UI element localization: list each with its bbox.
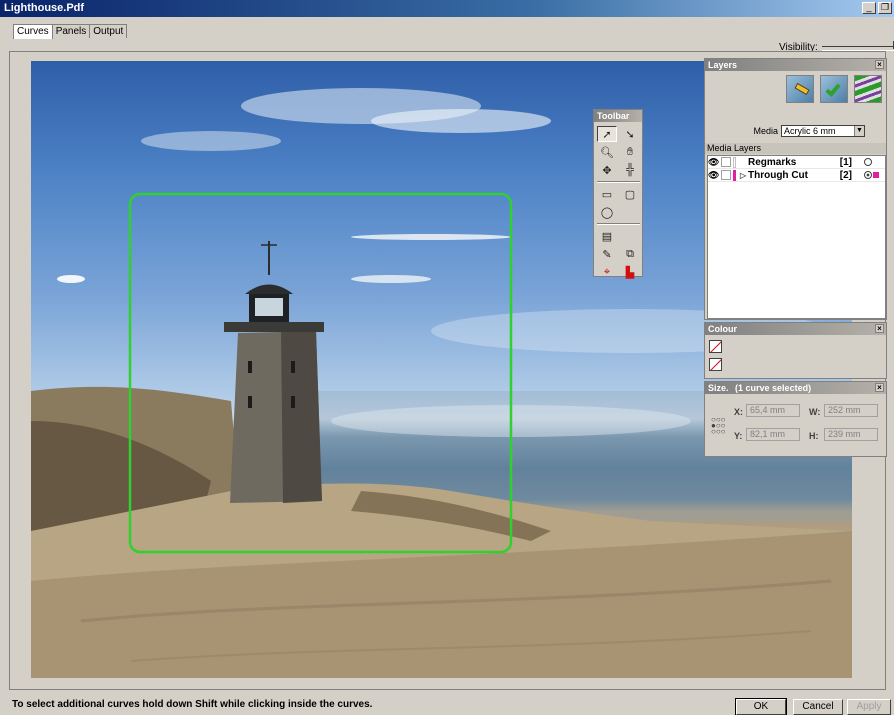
apply-button[interactable]: Apply [847, 699, 891, 715]
rounded-rect-icon[interactable]: ▢ [620, 186, 640, 202]
layer-action-icons [786, 75, 882, 103]
direct-select-icon[interactable]: ➘ [620, 126, 640, 142]
tab-panels[interactable]: Panels [51, 24, 91, 38]
weed-icon[interactable]: ▤ [597, 228, 617, 244]
curve-icon[interactable]: ✎ [597, 246, 617, 262]
layers-title-text: Layers [708, 60, 738, 70]
layer-index: [1] [839, 156, 852, 168]
size-panel-title: Size. (1 curve selected) × [705, 382, 886, 394]
lock-checkbox[interactable] [721, 170, 731, 180]
rectangle-icon[interactable]: ▭ [597, 186, 617, 202]
media-layers-header: Media Layers [705, 143, 886, 154]
chevron-down-icon[interactable]: ▼ [854, 125, 864, 136]
media-select-value: Acrylic 6 mm [784, 125, 836, 136]
expand-triangle-icon[interactable]: ▷ [740, 171, 748, 180]
layer-name: Regmarks [748, 156, 797, 168]
h-label: H: [809, 431, 819, 441]
visibility-slider-thumb[interactable] [888, 41, 894, 49]
y-field[interactable]: 82,1 mm [746, 428, 800, 441]
blank-tool-slot [620, 204, 640, 220]
w-field[interactable]: 252 mm [824, 404, 878, 417]
layer-target-radio[interactable] [864, 171, 872, 179]
x-field[interactable]: 65,4 mm [746, 404, 800, 417]
minimize-button[interactable]: _ [862, 2, 876, 14]
h-field[interactable]: 239 mm [824, 428, 878, 441]
select-icon[interactable]: ➚ [597, 126, 617, 142]
ok-button[interactable]: OK [735, 698, 787, 715]
tab-bar: Curves Panels Output [13, 24, 128, 39]
colour-panel-title: Colour × [705, 323, 886, 335]
toolbar-panel-title: Toolbar [594, 110, 642, 122]
media-label: Media [753, 125, 778, 136]
layer-color-swatch [733, 169, 736, 181]
check-layer-icon[interactable] [820, 75, 848, 103]
tool-grid: ➚ ➘ 🔍︎ ✋︎ ✥ ╬ ▭ ▢ ◯ ▤ ✎ ⧉ ⌖ ▙ [597, 126, 641, 280]
colour-title-text: Colour [708, 324, 737, 334]
blank-tool-slot [620, 228, 640, 244]
media-select[interactable]: Acrylic 6 mm ▼ [781, 124, 865, 137]
ellipse-icon[interactable]: ◯ [597, 204, 617, 220]
y-label: Y: [734, 431, 743, 441]
zoom-icon[interactable]: 🔍︎ [597, 144, 617, 160]
tab-curves[interactable]: Curves [13, 24, 53, 39]
selected-marker-icon [873, 172, 879, 178]
layer-stack-icon[interactable] [854, 75, 882, 103]
window-controls: _ ❐ [862, 2, 892, 14]
copy-icon[interactable]: ⧉ [620, 246, 640, 262]
layer-index: [2] [839, 169, 852, 181]
layers-panel: Layers × Media Acrylic 6 mm ▼ Media Laye… [704, 58, 887, 320]
cancel-button[interactable]: Cancel [793, 699, 843, 715]
restore-button[interactable]: ❐ [878, 2, 892, 14]
close-icon[interactable]: × [875, 383, 884, 392]
move-icon[interactable]: ✥ [597, 162, 617, 178]
layers-panel-title: Layers × [705, 59, 886, 71]
window-titlebar: Lighthouse.Pdf _ ❐ [0, 0, 894, 17]
corner-icon[interactable]: ▙ [620, 264, 640, 280]
hand-icon[interactable]: ✋︎ [620, 144, 640, 160]
size-title-text: Size. [708, 383, 729, 393]
layer-row-through-cut[interactable]: 👁︎ ▷ Through Cut [2] [708, 169, 885, 182]
colour-panel: Colour × [704, 322, 887, 379]
tool-separator [597, 181, 640, 183]
size-fields: ○○○ ●○○ ○○○ X: 65,4 mm W: 252 mm Y: 82,1 m… [705, 398, 886, 454]
size-panel: Size. (1 curve selected) × ○○○ ●○○ ○○○ X: … [704, 381, 887, 457]
align-icon[interactable]: ╬ [620, 162, 640, 178]
layer-target-radio[interactable] [864, 158, 872, 166]
pen-tool-icon[interactable] [786, 75, 814, 103]
status-message: To select additional curves hold down Sh… [12, 699, 373, 710]
lock-checkbox[interactable] [721, 157, 731, 167]
window-title: Lighthouse.Pdf [4, 2, 85, 14]
w-label: W: [809, 407, 821, 417]
layer-row-regmarks[interactable]: 👁︎ Regmarks [1] [708, 156, 885, 169]
layer-color-swatch [733, 156, 736, 168]
fill-none-swatch[interactable] [709, 340, 722, 353]
size-subtitle: (1 curve selected) [735, 383, 812, 393]
media-row: Media Acrylic 6 mm ▼ [705, 124, 886, 137]
regmark-icon[interactable]: ⌖ [597, 264, 617, 280]
tool-separator [597, 223, 640, 225]
anchor-point-icon[interactable]: ○○○ ●○○ ○○○ [711, 416, 726, 436]
eye-icon[interactable]: 👁︎ [708, 170, 719, 181]
toolbar-panel: Toolbar ➚ ➘ 🔍︎ ✋︎ ✥ ╬ ▭ ▢ ◯ ▤ ✎ ⧉ ⌖ ▙ [593, 109, 643, 280]
eye-icon[interactable]: 👁︎ [708, 157, 719, 168]
stroke-none-swatch[interactable] [709, 358, 722, 371]
close-icon[interactable]: × [875, 60, 884, 69]
media-layer-list: 👁︎ Regmarks [1] 👁︎ ▷ Through Cut [2] [707, 155, 886, 319]
close-icon[interactable]: × [875, 324, 884, 333]
x-label: X: [734, 407, 743, 417]
layer-name: Through Cut [748, 169, 808, 181]
tab-output[interactable]: Output [89, 24, 128, 38]
